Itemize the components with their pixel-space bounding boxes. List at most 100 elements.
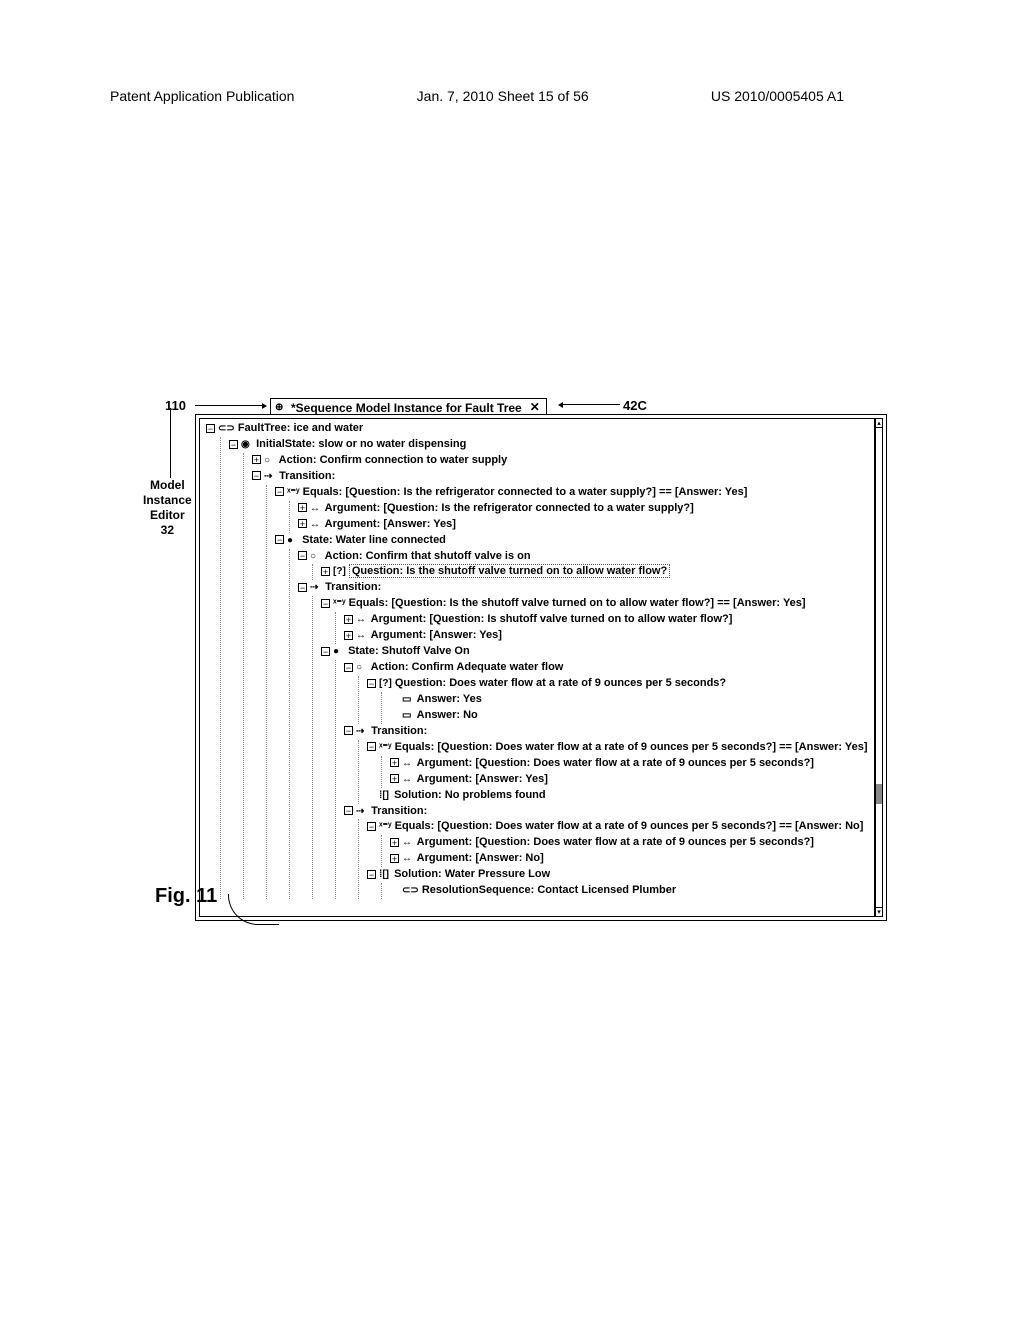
globe-icon: ⊕ [275, 402, 287, 413]
tree-node-argument[interactable]: +↔ Argument: [Answer: No] [388, 851, 870, 867]
action-icon: ○ [264, 454, 276, 469]
tree-node-answer[interactable]: ▭ Answer: Yes [388, 692, 870, 708]
tree-node-argument[interactable]: +↔ Argument: [Question: Is the refrigera… [296, 501, 870, 517]
transition-icon: ⇢ [356, 725, 368, 740]
question-icon: [?] [379, 677, 392, 692]
arrow-42c-icon [560, 404, 620, 405]
collapse-icon[interactable]: − [275, 535, 284, 544]
arrow-110-icon [195, 405, 265, 406]
expand-icon[interactable]: + [298, 503, 307, 512]
equals-icon: ˣ⁼ʸ [333, 597, 346, 612]
expand-icon[interactable]: + [390, 854, 399, 863]
callout-model-editor: Model Instance Editor 32 [143, 478, 192, 538]
scroll-up-icon[interactable]: ▴ [876, 419, 882, 428]
collapse-icon[interactable]: − [344, 663, 353, 672]
expand-icon[interactable]: + [390, 774, 399, 783]
collapse-icon[interactable]: − [206, 424, 215, 433]
tree-node-argument[interactable]: +↔ Argument: [Question: Is shutoff valve… [342, 612, 870, 628]
tree-node-transition[interactable]: −⇢ Transition: −ˣ⁼ʸ Equals: [Question: D… [342, 804, 870, 900]
expand-icon[interactable]: + [390, 838, 399, 847]
tree-node-solution[interactable]: −⁞[] Solution: Water Pressure Low ⊂⊃ Res… [365, 867, 870, 899]
tree-node-faulttree[interactable]: −⊂⊃ FaultTree: ice and water −◉ InitialS… [204, 421, 870, 899]
tree-node-solution[interactable]: ⁞[] Solution: No problems found [365, 788, 870, 804]
selected-node: Question: Is the shutoff valve turned on… [349, 564, 670, 578]
collapse-icon[interactable]: − [321, 599, 330, 608]
argument-icon: ↔ [402, 836, 414, 851]
transition-icon: ⇢ [356, 805, 368, 820]
argument-icon: ↔ [402, 852, 414, 867]
collapse-icon[interactable]: − [298, 551, 307, 560]
tree-node-equals[interactable]: −ˣ⁼ʸ Equals: [Question: Is the refrigera… [273, 485, 870, 533]
collapse-icon[interactable]: − [367, 870, 376, 879]
solution-icon: ⁞[] [379, 868, 391, 883]
answer-icon: ▭ [402, 709, 414, 724]
tree-node-resolution[interactable]: ⊂⊃ ResolutionSequence: Contact Licensed … [388, 883, 870, 899]
answer-icon: ▭ [402, 693, 414, 708]
callout-42c: 42C [623, 398, 647, 413]
equals-icon: ˣ⁼ʸ [379, 820, 392, 835]
argument-icon: ↔ [356, 629, 368, 644]
collapse-icon[interactable]: − [367, 822, 376, 831]
tree-node-argument[interactable]: +↔ Argument: [Answer: Yes] [296, 517, 870, 533]
tree-node-answer[interactable]: ▭ Answer: No [388, 708, 870, 724]
tree-node-transition[interactable]: −⇢ Transition: −ˣ⁼ʸ Equals: [Question: I… [250, 469, 870, 899]
tree-node-argument[interactable]: +↔ Argument: [Answer: Yes] [342, 628, 870, 644]
faulttree-icon: ⊂⊃ [218, 422, 235, 437]
expand-icon[interactable]: + [344, 631, 353, 640]
tree-node-equals[interactable]: −ˣ⁼ʸ Equals: [Question: Is the shutoff v… [319, 596, 870, 644]
collapse-icon[interactable]: − [367, 742, 376, 751]
argument-icon: ↔ [356, 613, 368, 628]
tree-node-argument[interactable]: +↔ Argument: [Question: Does water flow … [388, 756, 870, 772]
tree-node-state[interactable]: −● State: Water line connected −○ Action… [273, 533, 870, 900]
scroll-down-icon[interactable]: ▾ [876, 907, 882, 916]
expand-icon[interactable]: + [390, 758, 399, 767]
transition-icon: ⇢ [264, 470, 276, 485]
argument-icon: ↔ [310, 518, 322, 533]
tree-view[interactable]: −⊂⊃ FaultTree: ice and water −◉ InitialS… [199, 418, 875, 917]
collapse-icon[interactable]: − [298, 583, 307, 592]
tree-node-initialstate[interactable]: −◉ InitialState: slow or no water dispen… [227, 437, 870, 899]
action-icon: ○ [356, 661, 368, 676]
resolution-icon: ⊂⊃ [402, 884, 419, 899]
tree-node-transition[interactable]: −⇢ Transition: −ˣ⁼ʸ Equals: [Question: D… [342, 724, 870, 804]
tree-node-argument[interactable]: +↔ Argument: [Question: Does water flow … [388, 835, 870, 851]
leader-line [170, 408, 171, 478]
transition-icon: ⇢ [310, 581, 322, 596]
action-icon: ○ [310, 550, 322, 565]
argument-icon: ↔ [402, 773, 414, 788]
expand-icon[interactable]: + [321, 567, 330, 576]
tree-node-argument[interactable]: +↔ Argument: [Answer: Yes] [388, 772, 870, 788]
tree-node-question[interactable]: −[?] Question: Does water flow at a rate… [365, 676, 870, 724]
collapse-icon[interactable]: − [344, 806, 353, 815]
solution-icon: ⁞[] [379, 789, 391, 804]
collapse-icon[interactable]: − [367, 679, 376, 688]
argument-icon: ↔ [310, 502, 322, 517]
expand-icon[interactable]: + [344, 615, 353, 624]
collapse-icon[interactable]: − [321, 647, 330, 656]
tree-node-equals[interactable]: −ˣ⁼ʸ Equals: [Question: Does water flow … [365, 819, 870, 867]
tree-node-equals[interactable]: −ˣ⁼ʸ Equals: [Question: Does water flow … [365, 740, 870, 788]
collapse-icon[interactable]: − [229, 440, 238, 449]
editor-panel: −⊂⊃ FaultTree: ice and water −◉ InitialS… [195, 414, 887, 921]
collapse-icon[interactable]: − [344, 726, 353, 735]
equals-icon: ˣ⁼ʸ [287, 486, 300, 501]
callout-110: 110 [165, 398, 186, 413]
expand-icon[interactable]: + [252, 455, 261, 464]
tree-node-action[interactable]: +○ Action: Confirm connection to water s… [250, 453, 870, 469]
tree-node-action[interactable]: −○ Action: Confirm that shutoff valve is… [296, 549, 870, 581]
scroll-thumb[interactable] [876, 784, 882, 804]
close-icon[interactable]: ✕ [530, 400, 540, 415]
tree-node-state[interactable]: −● State: Shutoff Valve On −○ Action: Co… [319, 644, 870, 899]
argument-icon: ↔ [402, 757, 414, 772]
equals-icon: ˣ⁼ʸ [379, 741, 392, 756]
state-icon: ● [287, 534, 299, 549]
tree-node-question[interactable]: +[?] Question: Is the shutoff valve turn… [319, 564, 870, 580]
expand-icon[interactable]: + [298, 519, 307, 528]
header-right: US 2010/0005405 A1 [711, 88, 844, 104]
tree-node-transition[interactable]: −⇢ Transition: −ˣ⁼ʸ Equals: [Question: I… [296, 580, 870, 899]
collapse-icon[interactable]: − [252, 471, 261, 480]
tree-node-action[interactable]: −○ Action: Confirm Adequate water flow −… [342, 660, 870, 724]
collapse-icon[interactable]: − [275, 487, 284, 496]
vertical-scrollbar[interactable]: ▴ ▾ [875, 418, 883, 917]
initialstate-icon: ◉ [241, 438, 253, 453]
